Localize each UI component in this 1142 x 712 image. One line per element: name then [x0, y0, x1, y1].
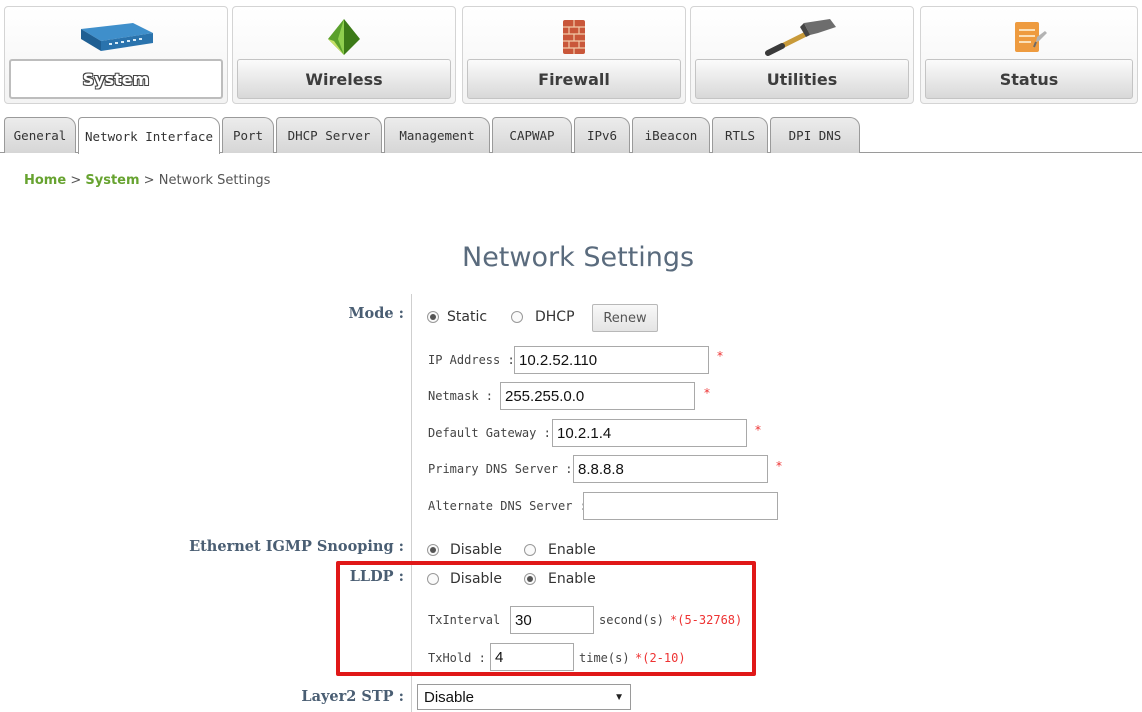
mode-static-radio[interactable] [427, 311, 439, 323]
tab-port[interactable]: Port [222, 117, 274, 153]
alternate-dns-input[interactable] [583, 492, 778, 520]
igmp-disable-radio[interactable] [427, 544, 439, 556]
igmp-enable-label: Enable [548, 542, 596, 558]
ip-address-required-mark: * [717, 349, 723, 363]
page-title: Network Settings [462, 242, 695, 273]
layer2-stp-select[interactable]: Disable ▼ [417, 684, 631, 710]
breadcrumb-current: Network Settings [158, 173, 271, 188]
igmp-enable-radio[interactable] [524, 544, 536, 556]
sub-tab-bar: General Network Interface Port DHCP Serv… [0, 117, 1142, 154]
green-pyramid-icon [233, 15, 455, 59]
tab-ibeacon[interactable]: iBeacon [632, 117, 710, 153]
netmask-label: Netmask : [428, 389, 494, 403]
nav-tab-utilities[interactable]: Utilities [690, 6, 914, 104]
tab-capwap[interactable]: CAPWAP [492, 117, 572, 153]
tab-network-interface[interactable]: Network Interface [78, 117, 220, 154]
nav-tab-status-label: Status [925, 59, 1133, 99]
nav-tab-firewall-label: Firewall [467, 59, 681, 99]
default-gateway-label: Default Gateway : [428, 426, 551, 440]
breadcrumb-separator: > [70, 173, 82, 188]
lldp-highlight-box [336, 561, 756, 676]
primary-dns-label: Primary DNS Server : [428, 462, 573, 476]
chevron-down-icon: ▼ [614, 691, 624, 703]
mode-dhcp-label: DHCP [535, 309, 575, 325]
breadcrumb-system-link[interactable]: System [85, 173, 139, 188]
netmask-required-mark: * [704, 386, 710, 400]
ip-address-label: IP Address : [428, 353, 515, 367]
mode-dhcp-radio[interactable] [511, 311, 523, 323]
igmp-snooping-label: Ethernet IGMP Snooping : [189, 538, 404, 555]
hammer-icon [691, 15, 913, 59]
tab-dhcp-server[interactable]: DHCP Server [276, 117, 382, 153]
default-gateway-input[interactable]: 10.2.1.4 [552, 419, 747, 447]
nav-tab-system-label: System [9, 59, 223, 99]
mode-label: Mode : [348, 305, 405, 322]
tab-rtls[interactable]: RTLS [712, 117, 768, 153]
layer2-stp-selected-value: Disable [424, 688, 475, 706]
tab-dpi-dns[interactable]: DPI DNS [770, 117, 860, 153]
nav-tab-utilities-label: Utilities [695, 59, 909, 99]
tab-ipv6[interactable]: IPv6 [574, 117, 630, 153]
brick-wall-icon [463, 15, 685, 59]
layer2-stp-label: Layer2 STP : [301, 688, 404, 705]
breadcrumb: Home > System > Network Settings [24, 173, 270, 188]
ip-address-input[interactable]: 10.2.52.110 [514, 346, 709, 374]
alternate-dns-label: Alternate DNS Server : [428, 499, 587, 513]
network-switch-icon [5, 15, 227, 59]
nav-tab-wireless[interactable]: Wireless [232, 6, 456, 104]
tab-general[interactable]: General [4, 117, 76, 153]
primary-dns-required-mark: * [776, 459, 782, 473]
top-navigation: System Wireless Firewall Utilities Statu… [4, 6, 1138, 104]
tab-management[interactable]: Management [384, 117, 490, 153]
nav-tab-system[interactable]: System [4, 6, 228, 104]
mode-static-label: Static [447, 309, 488, 325]
igmp-disable-label: Disable [450, 542, 502, 558]
nav-tab-firewall[interactable]: Firewall [462, 6, 686, 104]
netmask-input[interactable]: 255.255.0.0 [500, 382, 695, 410]
nav-tab-status[interactable]: Status [920, 6, 1138, 104]
primary-dns-input[interactable]: 8.8.8.8 [573, 455, 768, 483]
clipboard-icon [921, 15, 1137, 59]
renew-button[interactable]: Renew [592, 304, 658, 332]
default-gateway-required-mark: * [755, 423, 761, 437]
nav-tab-wireless-label: Wireless [237, 59, 451, 99]
breadcrumb-home-link[interactable]: Home [24, 173, 66, 188]
breadcrumb-separator: > [143, 173, 155, 188]
